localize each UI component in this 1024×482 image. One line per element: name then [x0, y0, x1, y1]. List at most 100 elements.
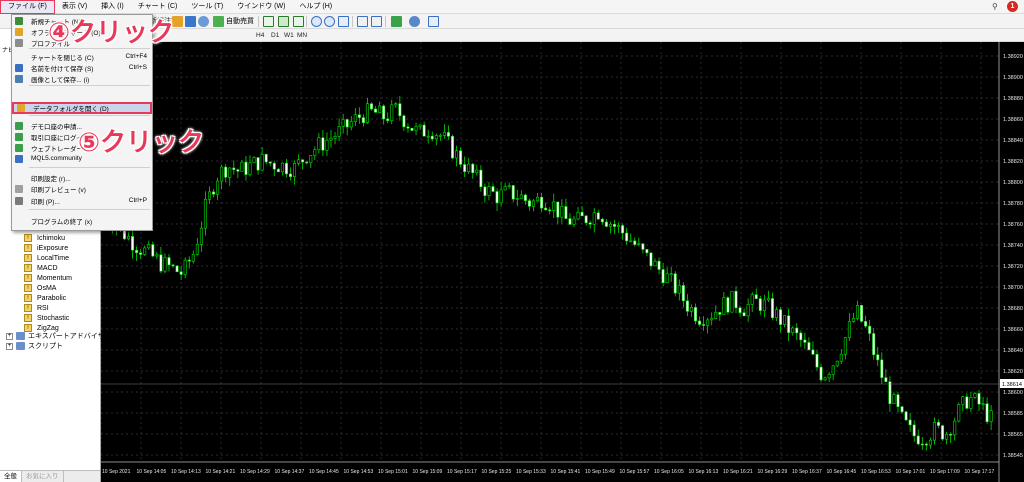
notification-badge[interactable]: 1 [1007, 1, 1018, 12]
candle-body [418, 124, 422, 127]
candle-body [864, 321, 868, 327]
nav-group-experts[interactable]: + エキスパートアドバイザ [6, 331, 105, 341]
expand-icon[interactable]: + [6, 332, 13, 340]
candle-body [795, 327, 799, 334]
indicator-item[interactable]: f Ichimoku [24, 233, 65, 243]
nav-group-scripts[interactable]: + スクリプト [6, 341, 63, 351]
candle-body [280, 162, 284, 173]
y-tick-label: 1.38920 [1003, 54, 1023, 60]
chart-canvas[interactable]: 1.38920 1.38900 1.38880 1.38860 1.38840 1.388… [101, 42, 1024, 482]
candle-body [471, 163, 475, 174]
indicator-item[interactable]: f iExposure [24, 243, 68, 253]
candle-body [621, 225, 625, 234]
candle-body [552, 201, 556, 211]
y-tick-label: 1.38780 [1003, 201, 1023, 207]
x-tick-label: 10 Sep 17:17 [965, 469, 995, 475]
menu-item-open-data-folder[interactable]: データフォルダを開く (D) [12, 102, 152, 114]
x-tick-label: 10 Sep 14:37 [275, 469, 305, 475]
zoom-out-icon[interactable] [324, 16, 335, 27]
candle-body [309, 155, 313, 164]
candle-body [900, 406, 904, 413]
candle-body [414, 126, 418, 131]
candle-body [774, 309, 778, 319]
indicator-item[interactable]: f Parabolic [24, 293, 66, 303]
timeframe-d1[interactable]: D1 [271, 30, 279, 41]
menu-item[interactable]: 印刷 (P)... Ctrl+P [12, 195, 152, 206]
y-tick-label: 1.38640 [1003, 348, 1023, 354]
line-chart-icon[interactable] [293, 16, 304, 27]
candle-body [499, 189, 503, 204]
menu-item[interactable]: 画像として保存... (i) [12, 73, 152, 84]
templates-icon[interactable] [428, 16, 439, 27]
candle-body [503, 186, 507, 191]
nav-group-label: スクリプト [28, 343, 63, 350]
menu-window[interactable]: ウインドウ (W) [230, 0, 292, 14]
menu-file[interactable]: ファイル (F) [0, 0, 55, 14]
timeframe-h4[interactable]: H4 [256, 30, 264, 41]
candle-body [977, 393, 981, 405]
candle-body [580, 211, 584, 217]
candle-body [714, 312, 718, 319]
candle-body [908, 419, 912, 426]
menu-item[interactable]: 印刷プレビュー (v) [12, 183, 152, 194]
timeframe-bar: H4 D1 W1 MN [100, 29, 1024, 42]
candle-body [657, 260, 661, 270]
x-tick-label: 10 Sep 17:09 [930, 469, 960, 475]
price-chart[interactable]: 1.38920 1.38900 1.38880 1.38860 1.38840 1.388… [101, 42, 1024, 482]
candle-body [949, 433, 953, 436]
autotrade-icon[interactable] [213, 16, 224, 27]
candle-body [758, 298, 762, 311]
expand-icon[interactable]: + [6, 342, 13, 350]
menu-item-icon [15, 74, 23, 83]
indicators-icon[interactable] [391, 16, 402, 27]
candle-body [450, 136, 454, 159]
bar-chart-icon[interactable] [263, 16, 274, 27]
candle-body [268, 161, 272, 164]
candle-body [386, 118, 390, 121]
menu-item[interactable]: プログラムの終了 (x) [12, 215, 152, 226]
zoom-in-icon[interactable] [311, 16, 322, 27]
indicator-label: MACD [37, 264, 58, 272]
candle-body [600, 218, 604, 223]
candle-body [633, 240, 637, 245]
search-icon[interactable]: ⚲ [992, 1, 1003, 12]
menu-item[interactable]: 印刷設定 (r)... [12, 172, 152, 183]
x-tick-label: 10 Sep 14:13 [171, 469, 201, 475]
candle-body [681, 285, 685, 302]
chart-shift-icon[interactable] [357, 16, 368, 27]
candle-body [568, 218, 572, 225]
toolbar-separator [306, 16, 307, 27]
market-icon[interactable] [185, 16, 196, 27]
candle-body [754, 294, 758, 299]
autoscroll-icon[interactable] [371, 16, 382, 27]
indicator-item[interactable]: f Momentum [24, 273, 72, 283]
menu-item[interactable]: 名前を付けて保存 (S) Ctrl+S [12, 62, 152, 73]
candle-body [187, 259, 191, 262]
indicator-item[interactable]: f LocalTime [24, 253, 69, 263]
candle-body [191, 254, 195, 262]
menu-tools[interactable]: ツール (T) [184, 0, 230, 14]
periods-icon[interactable] [409, 16, 420, 27]
candle-body [491, 186, 495, 192]
timeframe-mn[interactable]: MN [297, 30, 307, 41]
candle-body [961, 396, 965, 405]
menu-separator [29, 209, 150, 210]
candle-body [446, 132, 450, 137]
candlestick-icon[interactable] [278, 16, 289, 27]
tab-favorites[interactable]: お気に入り [22, 471, 64, 482]
menu-item[interactable]: チャートを閉じる (C) Ctrl+F4 [12, 51, 152, 62]
menu-item-icon [15, 143, 23, 152]
signals-icon[interactable] [198, 16, 209, 27]
indicator-item[interactable]: f Stochastic [24, 313, 69, 323]
auto-trade-button[interactable]: 自動売買 [226, 16, 254, 27]
indicator-item[interactable]: f RSI [24, 303, 49, 313]
tab-common[interactable]: 全般 [0, 471, 22, 482]
indicator-item[interactable]: f OsMA [24, 283, 56, 293]
x-tick-label: 10 Sep 14:45 [309, 469, 339, 475]
candle-body [390, 104, 394, 121]
indicator-item[interactable]: f MACD [24, 263, 58, 273]
tile-windows-icon[interactable] [338, 16, 349, 27]
menu-help[interactable]: ヘルプ (H) [292, 0, 339, 14]
candle-body [378, 105, 382, 113]
timeframe-w1[interactable]: W1 [284, 30, 294, 41]
